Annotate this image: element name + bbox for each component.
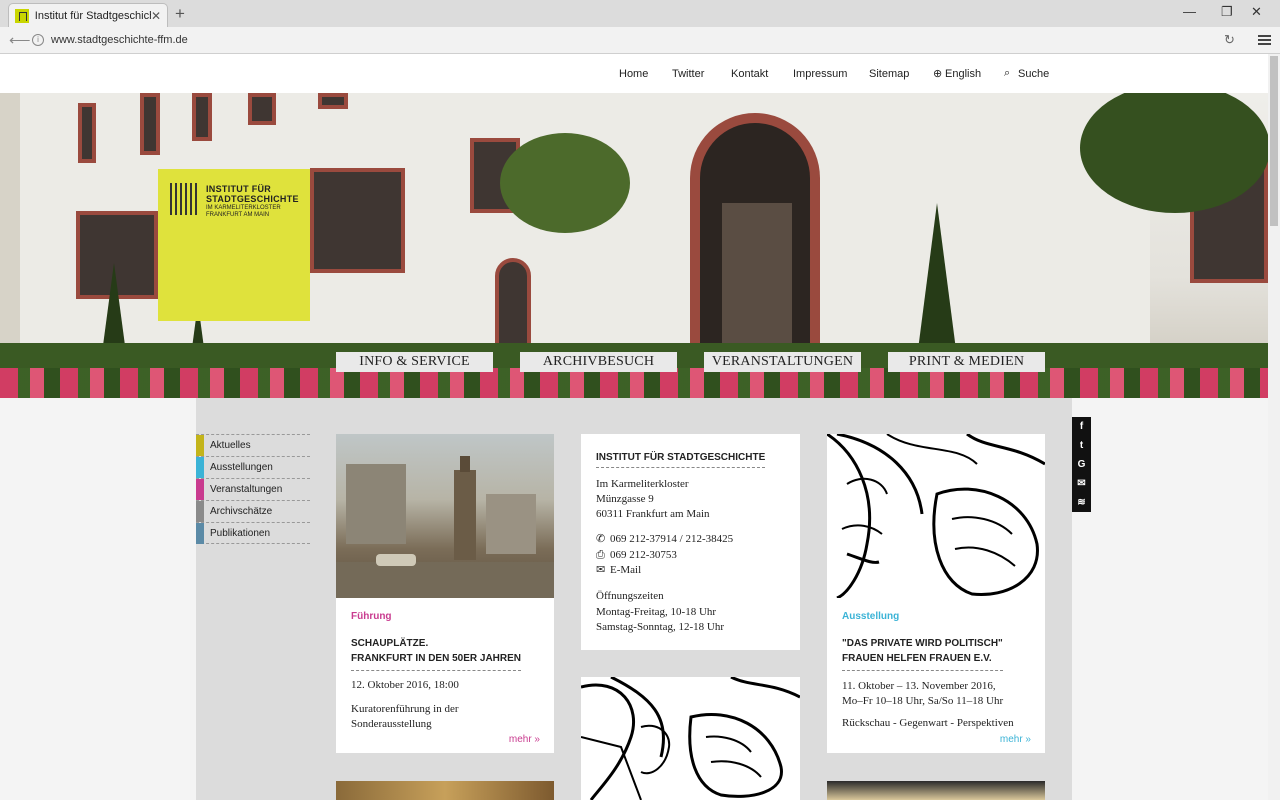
rss-icon[interactable]: ≋ bbox=[1072, 493, 1091, 512]
side-navigation: Aktuelles Ausstellungen Veranstaltungen … bbox=[196, 434, 310, 544]
mail-icon: ✉ bbox=[596, 564, 606, 576]
event-card-das-private[interactable]: Ausstellung "Das Private wird politisch"… bbox=[827, 434, 1045, 753]
category-color-bar bbox=[196, 435, 204, 456]
email-link[interactable]: E-Mail bbox=[610, 564, 641, 576]
category-color-bar bbox=[196, 479, 204, 500]
event-card-partial[interactable] bbox=[827, 781, 1045, 800]
tab-title: Institut für Stadtgeschicht... bbox=[34, 9, 151, 22]
hero-button-print-medien[interactable]: PRINT & MEDIEN bbox=[888, 352, 1045, 372]
google-icon[interactable]: G bbox=[1072, 455, 1091, 474]
comic-illustration bbox=[581, 677, 800, 800]
sidenav-item-ausstellungen[interactable]: Ausstellungen bbox=[196, 456, 310, 478]
sidenav-item-publikationen[interactable]: Publikationen bbox=[196, 522, 310, 544]
category-color-bar bbox=[196, 523, 204, 544]
nav-kontakt[interactable]: Kontakt bbox=[731, 68, 768, 80]
social-bar: f t G ✉ ≋ bbox=[1072, 417, 1091, 512]
newsletter-icon[interactable]: ✉ bbox=[1072, 474, 1091, 493]
twitter-icon[interactable]: t bbox=[1072, 436, 1091, 455]
browser-tab[interactable]: Institut für Stadtgeschicht... ✕ bbox=[8, 3, 168, 27]
event-card-partial[interactable] bbox=[336, 781, 554, 800]
favicon-icon bbox=[15, 8, 29, 23]
event-date: 12. Oktober 2016, 18:00 bbox=[351, 679, 459, 691]
minimize-icon[interactable]: — bbox=[1183, 4, 1196, 19]
scrollbar-thumb[interactable] bbox=[1270, 56, 1278, 226]
more-link[interactable]: mehr » bbox=[1000, 734, 1031, 745]
event-date: 11. Oktober – 13. November 2016, Mo–Fr 1… bbox=[842, 680, 1004, 707]
search-icon: ⌕ bbox=[1004, 67, 1011, 79]
fax-number: 069 212-30753 bbox=[610, 548, 677, 561]
event-category: Ausstellung bbox=[842, 611, 900, 622]
logo-line-1: INSTITUT FÜR bbox=[206, 184, 272, 194]
tab-close-icon[interactable]: ✕ bbox=[151, 9, 161, 23]
more-link[interactable]: mehr » bbox=[509, 734, 540, 745]
hero-button-veranstaltungen[interactable]: VERANSTALTUNGEN bbox=[704, 352, 861, 372]
event-comic-image bbox=[827, 434, 1045, 598]
reload-icon[interactable]: ↻ bbox=[1224, 32, 1235, 48]
info-title: INSTITUT FÜR STADTGESCHICHTE bbox=[596, 452, 766, 468]
browser-menu-icon[interactable] bbox=[1258, 35, 1271, 45]
event-photo bbox=[336, 434, 554, 598]
event-title: Schauplätze. Frankfurt in den 50er Jahre… bbox=[351, 636, 522, 671]
category-color-bar bbox=[196, 501, 204, 522]
info-icon[interactable]: i bbox=[32, 34, 44, 46]
top-navigation: Home Twitter Kontakt Impressum Sitemap ⊕… bbox=[0, 54, 1268, 93]
nav-home[interactable]: Home bbox=[619, 68, 648, 80]
maximize-icon[interactable]: ❐ bbox=[1221, 4, 1233, 20]
site-logo[interactable]: INSTITUT FÜR STADTGESCHICHTE IM KARMELIT… bbox=[158, 169, 310, 321]
event-category: Führung bbox=[351, 611, 392, 622]
contact-list: ✆ 069 212-37914 / 212-38425 ⎙ 069 212-3075… bbox=[596, 532, 733, 579]
logo-line-3: IM KARMELITERKLOSTER bbox=[206, 205, 281, 211]
event-title: "Das Private wird politisch" Frauen helf… bbox=[842, 636, 1003, 671]
logo-line-2: STADTGESCHICHTE bbox=[206, 194, 299, 204]
nav-english[interactable]: English bbox=[945, 68, 981, 80]
address: Im Karmeliterkloster Münzgasse 9 60311 F… bbox=[596, 478, 710, 520]
nav-twitter[interactable]: Twitter bbox=[672, 68, 704, 80]
phone-number: 069 212-37914 / 212-38425 bbox=[610, 533, 734, 545]
sidenav-item-veranstaltungen[interactable]: Veranstaltungen bbox=[196, 478, 310, 500]
event-card-schauplaetze[interactable]: Führung Schauplätze. Frankfurt in den 50… bbox=[336, 434, 554, 753]
new-tab-icon[interactable]: + bbox=[175, 4, 185, 24]
sidenav-item-archivschaetze[interactable]: Archivschätze bbox=[196, 500, 310, 522]
window-close-icon[interactable]: ✕ bbox=[1251, 4, 1262, 20]
url-field[interactable]: www.stadtgeschichte-ffm.de bbox=[51, 34, 188, 46]
hero-button-archivbesuch[interactable]: ARCHIVBESUCH bbox=[520, 352, 677, 372]
nav-sitemap[interactable]: Sitemap bbox=[869, 68, 909, 80]
event-description: Kuratorenführung in der Sonderausstellun… bbox=[351, 703, 459, 730]
opening-hours: Öffnungszeiten Montag-Freitag, 10-18 Uhr… bbox=[596, 590, 725, 633]
address-bar: ⟵ i www.stadtgeschichte-ffm.de ↻ bbox=[0, 27, 1280, 54]
browser-tabbar: Institut für Stadtgeschicht... ✕ + — ❐ ✕ bbox=[0, 0, 1280, 27]
back-arrow-icon[interactable]: ⟵ bbox=[9, 31, 31, 49]
phone-icon: ✆ bbox=[596, 533, 606, 545]
event-description: Rückschau - Gegenwart - Perspektiven bbox=[842, 717, 1014, 729]
nav-suche[interactable]: Suche bbox=[1018, 68, 1049, 80]
fax-icon: ⎙ bbox=[596, 548, 605, 561]
logo-mark-icon bbox=[170, 183, 200, 215]
exhibition-card-comic[interactable] bbox=[581, 677, 800, 800]
globe-icon: ⊕ bbox=[933, 68, 943, 80]
facebook-icon[interactable]: f bbox=[1072, 417, 1091, 436]
institute-info-card: INSTITUT FÜR STADTGESCHICHTE Im Karmelit… bbox=[581, 434, 800, 650]
nav-impressum[interactable]: Impressum bbox=[793, 68, 847, 80]
logo-line-4: FRANKFURT AM MAIN bbox=[206, 212, 270, 218]
comic-illustration bbox=[827, 434, 1045, 598]
category-color-bar bbox=[196, 457, 204, 478]
sidenav-item-aktuelles[interactable]: Aktuelles bbox=[196, 434, 310, 456]
hero-button-info-service[interactable]: INFO & SERVICE bbox=[336, 352, 493, 372]
